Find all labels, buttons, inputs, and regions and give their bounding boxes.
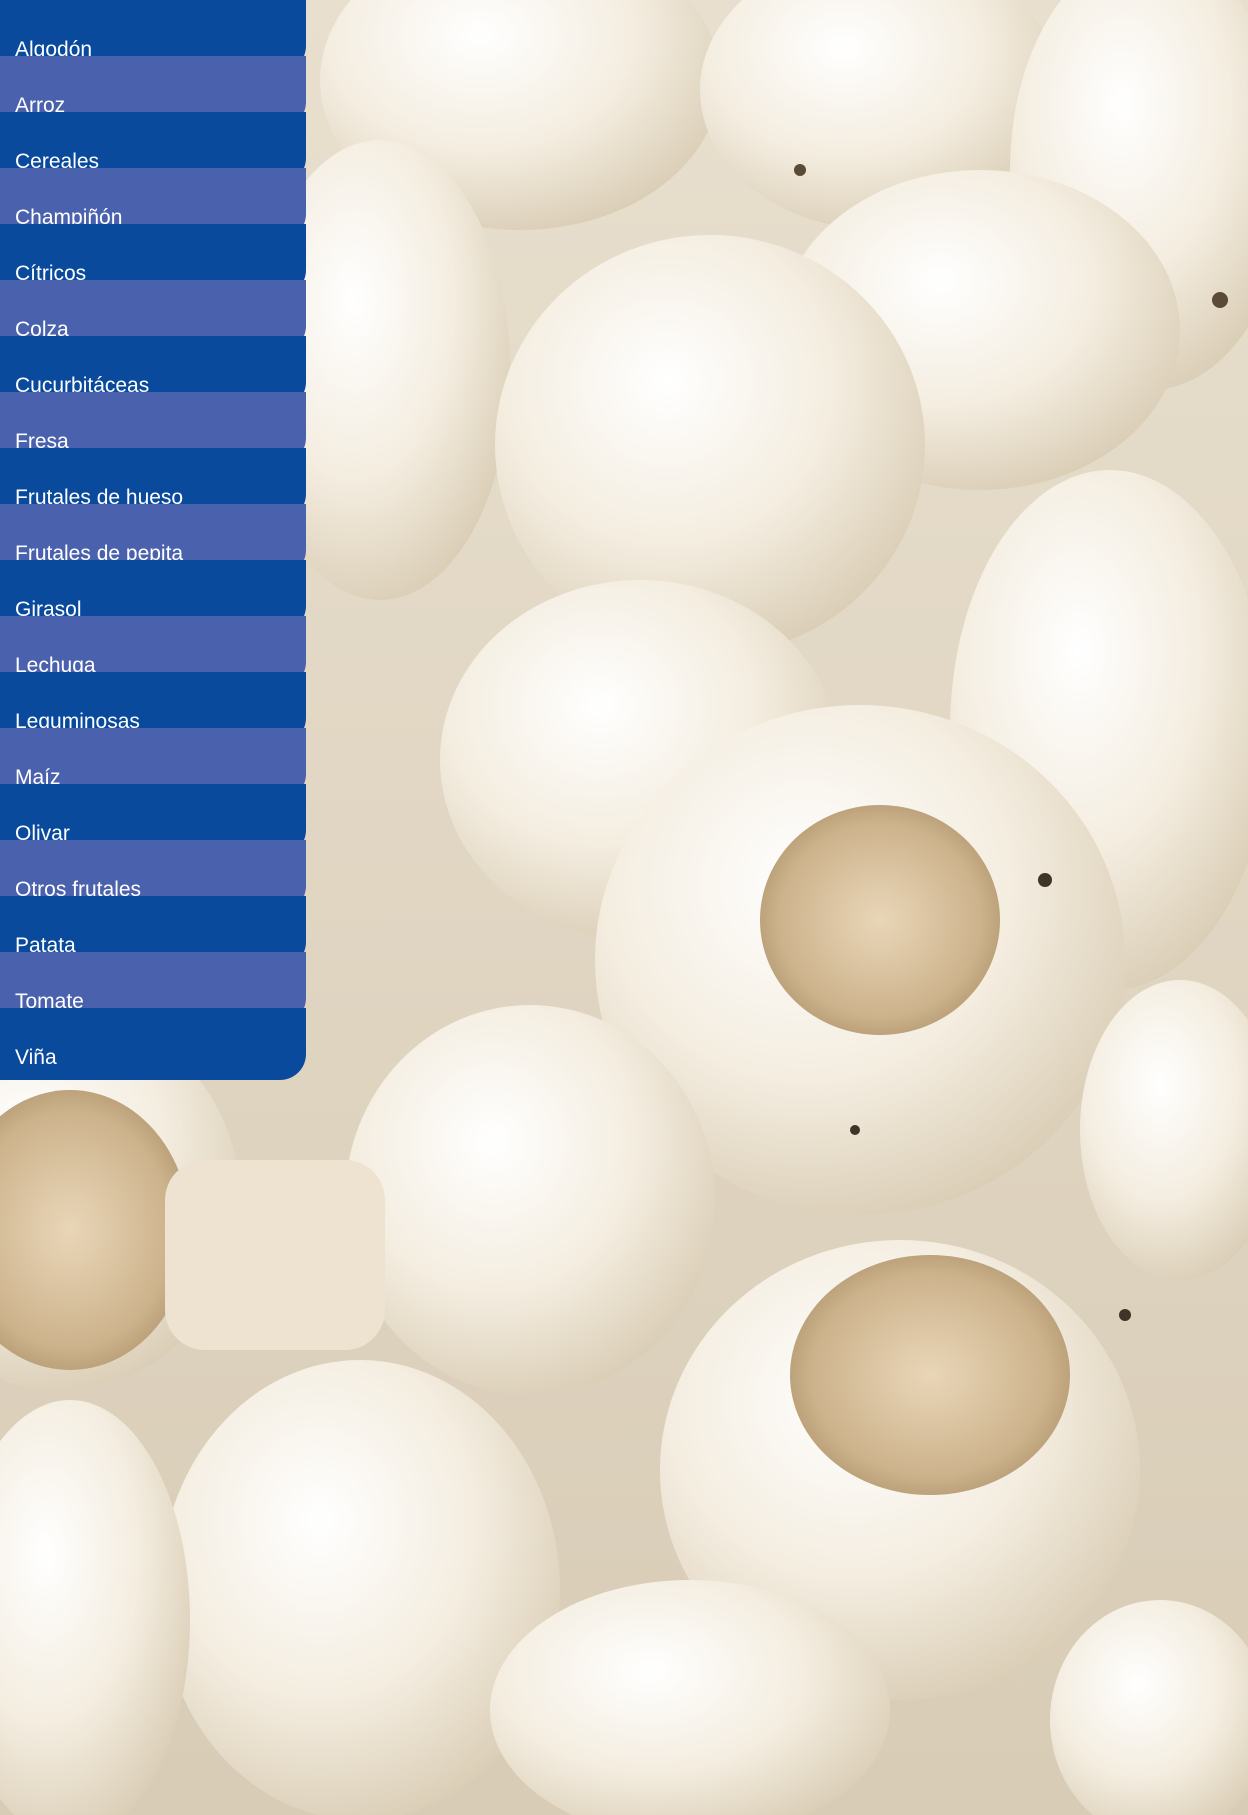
menu-item-vina[interactable]: Viña: [0, 1008, 306, 1080]
crop-menu: Algodón Arroz Cereales Champiñón Cítrico…: [0, 0, 306, 1080]
